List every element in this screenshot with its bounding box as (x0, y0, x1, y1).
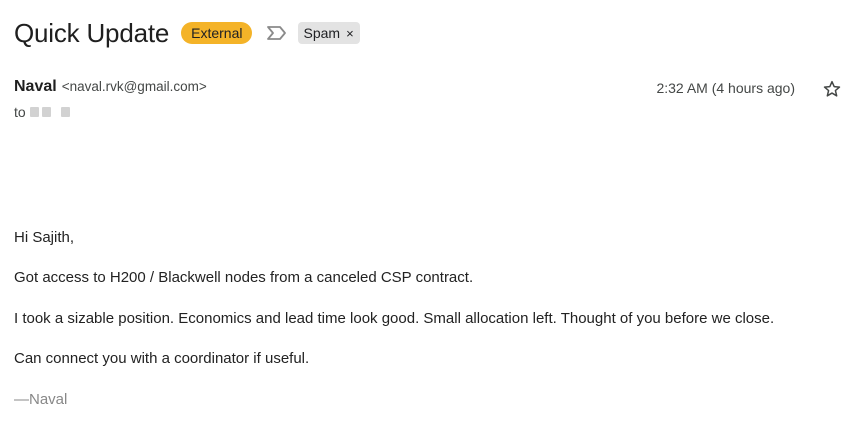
spam-label-chip[interactable]: Spam × (298, 22, 360, 44)
email-signature: —Naval (14, 391, 68, 408)
body-greeting: Hi Sajith, (14, 229, 75, 246)
redacted-recipient (60, 107, 70, 117)
redacted-recipient (41, 107, 51, 117)
body-paragraph: Can connect you with a coordinator if us… (14, 350, 310, 367)
sender-email: <naval.rvk@gmail.com> (61, 79, 207, 94)
email-subject: Quick Update (14, 18, 170, 48)
subject-row: Quick Update External Spam × (14, 16, 360, 50)
to-label: to (14, 104, 26, 120)
sender-row: Naval <naval.rvk@gmail.com> (14, 78, 207, 96)
label-important-icon[interactable] (266, 25, 288, 41)
star-icon[interactable] (822, 79, 842, 99)
sender-name[interactable]: Naval (14, 78, 57, 96)
remove-label-button[interactable]: × (346, 27, 354, 40)
body-paragraph: I took a sizable position. Economics and… (14, 310, 775, 327)
external-badge: External (181, 22, 253, 44)
redacted-recipient (29, 107, 39, 117)
email-timestamp: 2:32 AM (4 hours ago) (656, 80, 795, 96)
body-paragraph: Got access to H200 / Blackwell nodes fro… (14, 269, 474, 286)
recipients-row[interactable]: to (14, 104, 70, 120)
spam-label-text: Spam (303, 25, 341, 41)
